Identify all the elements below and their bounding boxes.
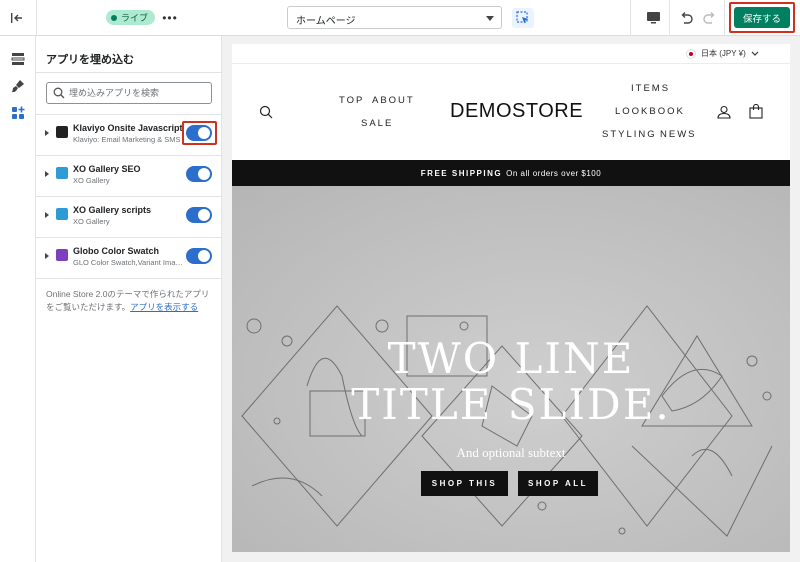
app-embeds-tab[interactable]: [8, 103, 28, 123]
inspector-button[interactable]: [512, 8, 534, 28]
hero-title: TWO LINE TITLE SLIDE.: [232, 336, 790, 428]
toggle-highlight-box: [182, 121, 217, 145]
country-selector[interactable]: 日本 (JPY ¥): [686, 48, 759, 59]
divider: [36, 278, 222, 279]
app-subtitle: XO Gallery: [73, 217, 110, 226]
shop-all-button[interactable]: SHOP ALL: [518, 471, 598, 496]
expand-caret-icon[interactable]: [45, 130, 49, 136]
hero-title-line-1: TWO LINE: [387, 334, 635, 383]
app-subtitle: GLO Color Swatch,Variant Image: [73, 258, 183, 267]
nav-link-lookbook[interactable]: LOOKBOOK: [615, 106, 685, 117]
sections-icon: [11, 53, 25, 65]
globo-app-icon: [56, 249, 68, 261]
more-actions-button[interactable]: •••: [160, 8, 180, 28]
expand-caret-icon[interactable]: [45, 171, 49, 177]
announcement-text: On all orders over $100: [506, 168, 602, 178]
undo-icon: [681, 12, 693, 24]
shopping-bag-icon: [749, 103, 763, 119]
app-name: XO Gallery SEO: [73, 164, 141, 174]
cart-button[interactable]: [748, 103, 764, 119]
app-embed-item[interactable]: Globo Color Swatch GLO Color Swatch,Vari…: [36, 238, 222, 278]
app-subtitle: Klaviyo: Email Marketing & SMS: [73, 135, 181, 144]
nav-link-news[interactable]: NEWS: [660, 129, 697, 140]
search-field[interactable]: [46, 82, 212, 104]
app-toggle[interactable]: [186, 248, 212, 264]
store-header: TOP ABOUT SALE DEMOSTORE ITEMS LOOKBOOK …: [232, 64, 790, 160]
redo-button[interactable]: [700, 8, 718, 28]
apps-icon: [12, 106, 25, 119]
app-name: XO Gallery scripts: [73, 205, 152, 215]
country-label: 日本 (JPY ¥): [701, 49, 746, 58]
account-icon: [717, 105, 731, 119]
app-embeds-panel: アプリを埋め込む Klaviyo Onsite Javascript Klavi…: [36, 36, 222, 562]
view-apps-link[interactable]: アプリを表示する: [130, 302, 198, 312]
paintbrush-icon: [12, 80, 24, 93]
topbar-divider: [630, 0, 631, 36]
nav-link-about[interactable]: ABOUT: [372, 95, 415, 106]
expand-caret-icon[interactable]: [45, 212, 49, 218]
info-note: Online Store 2.0のテーマで作られたアプリをご覧いただけます。アプ…: [46, 288, 216, 314]
app-embed-item[interactable]: XO Gallery scripts XO Gallery: [36, 197, 222, 237]
hero-subtitle: And optional subtext: [456, 445, 566, 460]
panel-title: アプリを埋め込む: [46, 54, 134, 66]
hero-title-line-2: TITLE SLIDE.: [351, 380, 671, 429]
redo-icon: [702, 12, 714, 24]
announcement-bar: FREE SHIPPING On all orders over $100: [232, 160, 790, 186]
nav-link-sale[interactable]: SALE: [361, 118, 393, 129]
page-select-value: ホームページ: [296, 16, 356, 27]
nav-link-top[interactable]: TOP: [339, 95, 364, 106]
chevron-down-icon: [751, 51, 759, 56]
live-dot-icon: [111, 14, 117, 21]
store-logo[interactable]: DEMOSTORE: [450, 100, 583, 123]
xo-gallery-app-icon: [56, 208, 68, 220]
exit-icon: [11, 13, 22, 23]
live-status-badge: ライブ: [106, 10, 156, 25]
search-input[interactable]: [69, 86, 209, 100]
localization-bar: 日本 (JPY ¥): [232, 44, 790, 64]
exit-editor-button[interactable]: [6, 8, 28, 28]
account-button[interactable]: [716, 104, 732, 120]
storefront-preview: 日本 (JPY ¥) TOP ABOUT SALE DEMOSTORE ITEM…: [232, 44, 790, 552]
app-toggle[interactable]: [186, 207, 212, 223]
chevron-down-icon: [486, 16, 494, 21]
inspector-cursor-icon: [516, 11, 529, 24]
topbar-divider: [36, 0, 37, 36]
more-icon: •••: [162, 11, 178, 25]
japan-flag-icon: [686, 48, 696, 59]
sections-tab[interactable]: [8, 49, 28, 69]
nav-link-styling[interactable]: STYLING: [602, 129, 657, 140]
theme-settings-tab[interactable]: [8, 76, 28, 96]
divider: [36, 72, 222, 73]
topbar-divider: [724, 0, 725, 36]
nav-link-items[interactable]: ITEMS: [631, 83, 670, 94]
shop-this-button[interactable]: SHOP THIS: [421, 471, 508, 496]
desktop-view-button[interactable]: [643, 8, 663, 28]
announcement-bold: FREE SHIPPING: [420, 168, 503, 178]
app-name: Klaviyo Onsite Javascript: [73, 123, 183, 133]
save-button-highlight: 保存する: [729, 2, 795, 33]
hero-slideshow: TWO LINE TITLE SLIDE. And optional subte…: [232, 186, 790, 552]
app-subtitle: XO Gallery: [73, 176, 110, 185]
klaviyo-app-icon: [56, 126, 68, 138]
save-button[interactable]: 保存する: [734, 7, 790, 28]
app-embed-item[interactable]: Klaviyo Onsite Javascript Klaviyo: Email…: [36, 115, 222, 155]
expand-caret-icon[interactable]: [45, 253, 49, 259]
topbar-divider: [669, 0, 670, 36]
search-icon: [259, 105, 273, 119]
undo-button[interactable]: [677, 8, 695, 28]
editor-topbar: ライブ ••• ホームページ 保存する: [0, 0, 800, 36]
live-badge-label: ライブ: [121, 13, 149, 23]
app-toggle[interactable]: [186, 166, 212, 182]
editor-icon-bar: [0, 36, 36, 562]
search-icon: [53, 87, 65, 99]
page-select[interactable]: ホームページ: [287, 6, 502, 29]
desktop-icon: [646, 12, 660, 24]
app-name: Globo Color Swatch: [73, 246, 160, 256]
store-search-button[interactable]: [258, 104, 274, 120]
xo-gallery-app-icon: [56, 167, 68, 179]
app-embed-item[interactable]: XO Gallery SEO XO Gallery: [36, 156, 222, 196]
